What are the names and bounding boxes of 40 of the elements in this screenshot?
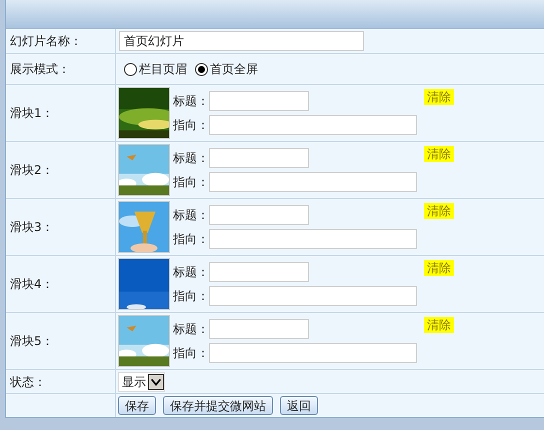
field-label: 指向： <box>173 288 209 305</box>
status-select[interactable]: 显示 <box>118 372 165 392</box>
input-field[interactable] <box>209 172 417 192</box>
field-label: 指向： <box>173 345 209 362</box>
field-label: 标题： <box>173 321 209 338</box>
field-label: 标题： <box>173 93 209 110</box>
input-field[interactable] <box>209 205 309 225</box>
input-field[interactable] <box>209 229 417 249</box>
form-button[interactable]: 返回 <box>280 396 318 415</box>
clear-link[interactable]: 清除 <box>424 146 454 162</box>
input-field[interactable] <box>209 115 417 135</box>
field-label: 滑块3： <box>10 219 54 236</box>
form-button[interactable]: 保存并提交微网站 <box>163 396 273 415</box>
input-field[interactable] <box>209 91 309 111</box>
field-label: 展示模式： <box>10 61 70 78</box>
clear-link[interactable]: 清除 <box>424 203 454 219</box>
radio-option[interactable]: 首页全屏 <box>195 60 258 78</box>
input-field[interactable] <box>209 262 309 282</box>
field-label: 滑块4： <box>10 276 54 293</box>
field-label: 滑块2： <box>10 162 54 179</box>
field-label: 滑块1： <box>10 105 54 122</box>
clear-link[interactable]: 清除 <box>424 89 454 105</box>
field-label: 标题： <box>173 207 209 224</box>
field-label: 幻灯片名称： <box>10 33 82 50</box>
field-label: 标题： <box>173 264 209 281</box>
clear-link[interactable]: 清除 <box>424 317 454 333</box>
input-field[interactable] <box>209 286 417 306</box>
field-label: 指向： <box>173 117 209 134</box>
field-label: 指向： <box>173 231 209 248</box>
form-button[interactable]: 保存 <box>118 396 156 415</box>
field-label: 指向： <box>173 174 209 191</box>
field-label: 滑块5： <box>10 333 54 350</box>
input-field[interactable]: 首页幻灯片 <box>119 31 364 51</box>
field-label: 状态： <box>10 374 46 390</box>
input-field[interactable] <box>209 148 309 168</box>
input-field[interactable] <box>209 319 309 339</box>
field-label: 标题： <box>173 150 209 167</box>
radio-option[interactable]: 栏目页眉 <box>124 60 187 78</box>
input-field[interactable] <box>209 343 417 363</box>
clear-link[interactable]: 清除 <box>424 260 454 276</box>
